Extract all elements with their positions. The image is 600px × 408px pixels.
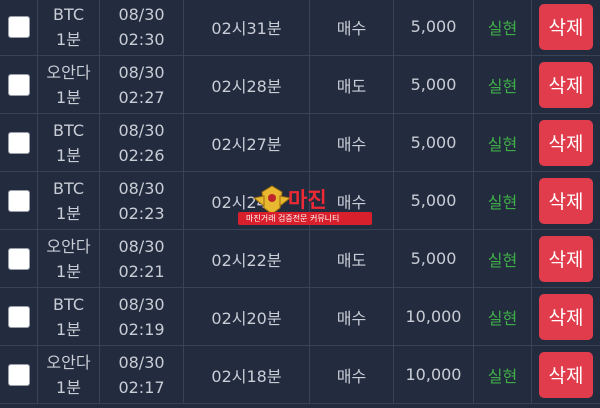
time-label: 02:30 [118, 29, 165, 49]
delete-button[interactable]: 삭제 [539, 235, 593, 282]
row-checkbox[interactable] [7, 189, 30, 212]
trade-side: 매도 [310, 230, 394, 287]
interval-label: 1분 [56, 377, 81, 397]
trade-amount: 5,000 [394, 172, 474, 229]
delete-button[interactable]: 삭제 [539, 177, 593, 224]
row-checkbox[interactable] [7, 305, 30, 328]
date-label: 08/30 [118, 236, 165, 256]
time-label: 02:27 [118, 87, 165, 107]
interval-label: 1분 [56, 319, 81, 339]
date-label: 08/30 [118, 294, 165, 314]
time-label: 02:23 [118, 203, 165, 223]
trade-history-table: BTC 1분 08/30 02:30 02시31분 매수 5,000 실현 삭제 오… [0, 0, 600, 404]
trade-amount: 5,000 [394, 230, 474, 287]
status-label: 실현 [474, 346, 532, 403]
round-time: 02시18분 [184, 346, 310, 403]
round-time: 02시31분 [184, 0, 310, 55]
status-label: 실현 [474, 230, 532, 287]
trade-side: 매수 [310, 346, 394, 403]
date-label: 08/30 [118, 178, 165, 198]
round-time: 02시28분 [184, 56, 310, 113]
date-label: 08/30 [118, 120, 165, 140]
trade-side: 매수 [310, 114, 394, 171]
date-label: 08/30 [118, 4, 165, 24]
round-time: 02시24분 [184, 172, 310, 229]
trade-amount: 5,000 [394, 56, 474, 113]
interval-label: 1분 [56, 87, 81, 107]
round-time: 02시22분 [184, 230, 310, 287]
row-checkbox[interactable] [7, 15, 30, 38]
table-row: 오안다 1분 08/30 02:17 02시18분 매수 10,000 실현 삭제 [0, 346, 600, 404]
trade-side: 매도 [310, 56, 394, 113]
delete-button[interactable]: 삭제 [539, 61, 593, 108]
delete-button[interactable]: 삭제 [539, 293, 593, 340]
trade-amount: 10,000 [394, 346, 474, 403]
trade-side: 매수 [310, 288, 394, 345]
trade-side: 매수 [310, 172, 394, 229]
coin-label: BTC [53, 120, 84, 140]
interval-label: 1분 [56, 29, 81, 49]
status-label: 실현 [474, 114, 532, 171]
table-row: BTC 1분 08/30 02:19 02시20분 매수 10,000 실현 삭제 [0, 288, 600, 346]
row-checkbox[interactable] [7, 363, 30, 386]
interval-label: 1분 [56, 261, 81, 281]
row-checkbox[interactable] [7, 73, 30, 96]
coin-label: BTC [53, 178, 84, 198]
date-label: 08/30 [118, 352, 165, 372]
coin-label: 오안다 [46, 62, 91, 82]
trade-amount: 10,000 [394, 288, 474, 345]
table-row: BTC 1분 08/30 02:30 02시31분 매수 5,000 실현 삭제 [0, 0, 600, 56]
delete-button[interactable]: 삭제 [539, 351, 593, 398]
round-time: 02시27분 [184, 114, 310, 171]
status-label: 실현 [474, 0, 532, 55]
row-checkbox[interactable] [7, 247, 30, 270]
interval-label: 1분 [56, 203, 81, 223]
trade-amount: 5,000 [394, 0, 474, 55]
time-label: 02:17 [118, 377, 165, 397]
status-label: 실현 [474, 172, 532, 229]
date-label: 08/30 [118, 62, 165, 82]
delete-button[interactable]: 삭제 [539, 119, 593, 166]
trade-side: 매수 [310, 0, 394, 55]
coin-label: 오안다 [46, 236, 91, 256]
table-row: BTC 1분 08/30 02:23 02시24분 매수 5,000 실현 삭제 [0, 172, 600, 230]
coin-label: BTC [53, 294, 84, 314]
row-checkbox[interactable] [7, 131, 30, 154]
round-time: 02시20분 [184, 288, 310, 345]
status-label: 실현 [474, 288, 532, 345]
delete-button[interactable]: 삭제 [539, 3, 593, 50]
time-label: 02:19 [118, 319, 165, 339]
time-label: 02:26 [118, 145, 165, 165]
trade-amount: 5,000 [394, 114, 474, 171]
coin-label: 오안다 [46, 352, 91, 372]
table-row: 오안다 1분 08/30 02:27 02시28분 매도 5,000 실현 삭제 [0, 56, 600, 114]
coin-label: BTC [53, 4, 84, 24]
status-label: 실현 [474, 56, 532, 113]
interval-label: 1분 [56, 145, 81, 165]
table-row: BTC 1분 08/30 02:26 02시27분 매수 5,000 실현 삭제 [0, 114, 600, 172]
time-label: 02:21 [118, 261, 165, 281]
table-row: 오안다 1분 08/30 02:21 02시22분 매도 5,000 실현 삭제 [0, 230, 600, 288]
